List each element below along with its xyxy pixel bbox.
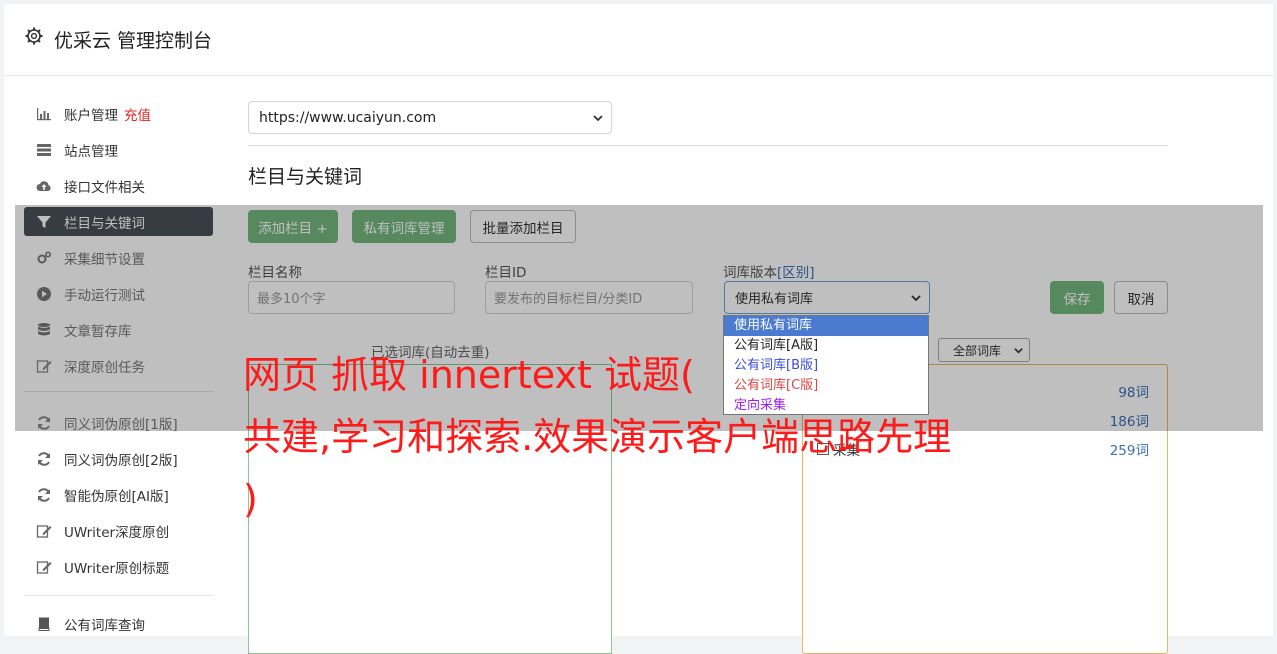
section-divider — [248, 145, 1168, 146]
lib-version-value: 使用私有词库 — [735, 292, 814, 307]
lib-version-dropdown[interactable]: 使用私有词库 公有词库[A版] 公有词库[B版] 公有词库[C版] 定向采集 — [723, 315, 929, 415]
sidebar-item-uwriter-title[interactable]: UWriter原创标题 — [24, 552, 213, 581]
option-private-lib[interactable]: 使用私有词库 — [724, 316, 928, 336]
lib-filter-select[interactable]: 全部词库 — [938, 338, 1030, 362]
bar-chart-icon — [37, 107, 51, 120]
option-public-c[interactable]: 公有词库[C版] — [724, 376, 928, 396]
list-item[interactable]: 采集 259词 — [817, 438, 1149, 460]
lib-checkbox[interactable] — [817, 443, 829, 455]
edit-icon — [36, 560, 52, 574]
sidebar-item-label: 站点管理 — [64, 143, 118, 160]
sidebar-item-uwriter-deep[interactable]: UWriter深度原创 — [24, 516, 213, 545]
sidebar-item-label: 手动运行测试 — [64, 287, 145, 304]
sidebar-item-label: UWriter原创标题 — [64, 560, 170, 577]
site-select[interactable]: https://www.ucaiyun.com — [248, 101, 612, 134]
sidebar-item-synonym-v2[interactable]: 同义词伪原创[2版] — [24, 444, 213, 473]
column-id-input[interactable]: 要发布的目标栏目/分类ID — [485, 281, 693, 314]
lib-version-label-text: 词库版本 — [723, 265, 777, 281]
edit-icon — [36, 524, 52, 538]
sidebar-divider — [24, 391, 213, 392]
lib-count: 259词 — [1109, 443, 1149, 459]
main-area: 账户管理 充值 站点管理 接口文件相关 栏目与关键词 采集细节设置 手动运行测试… — [4, 76, 1273, 654]
sidebar-item-label: 同义词伪原创[1版] — [64, 416, 178, 433]
column-id-placeholder: 要发布的目标栏目/分类ID — [494, 292, 643, 307]
sidebar-item-label: 智能伪原创[AI版] — [64, 488, 169, 505]
sidebar-item-sites[interactable]: 站点管理 — [24, 135, 213, 164]
lib-version-select[interactable]: 使用私有词库 — [724, 281, 930, 314]
selected-lib-panel[interactable] — [248, 364, 612, 654]
sidebar-item-label: 采集细节设置 — [64, 251, 145, 268]
option-public-b[interactable]: 公有词库[B版] — [724, 356, 928, 376]
column-name-input[interactable]: 最多10个字 — [248, 281, 455, 314]
app-title: 优采云 管理控制台 — [54, 30, 213, 52]
sidebar-item-label: 文章暂存库 — [64, 323, 132, 340]
lib-name: 采集 — [833, 443, 860, 459]
cancel-button[interactable]: 取消 — [1114, 281, 1168, 314]
sidebar-item-label: 同义词伪原创[2版] — [64, 452, 178, 469]
lib-count: 186词 — [1109, 414, 1149, 430]
refresh-icon — [38, 451, 50, 466]
book-icon — [38, 617, 50, 631]
refresh-icon — [38, 415, 50, 430]
page-title: 栏目与关键词 — [248, 166, 363, 188]
refresh-icon — [38, 487, 50, 502]
sidebar-item-label: 栏目与关键词 — [64, 215, 145, 232]
chevron-down-icon — [911, 295, 921, 302]
database-icon — [38, 322, 50, 335]
sidebar-item-label: 公有词库查询 — [64, 617, 145, 634]
lib-count: 98词 — [1118, 385, 1149, 401]
sidebar-item-columns-keywords[interactable]: 栏目与关键词 — [24, 207, 213, 236]
sidebar-item-account[interactable]: 账户管理 充值 — [24, 99, 213, 128]
server-icon — [37, 143, 51, 156]
sidebar-item-synonym-v1[interactable]: 同义词伪原创[1版] — [24, 408, 213, 437]
column-id-label: 栏目ID — [485, 265, 527, 281]
option-directed-collect[interactable]: 定向采集 — [724, 396, 928, 416]
sidebar-item-ai-original[interactable]: 智能伪原创[AI版] — [24, 480, 213, 509]
sidebar-item-label: UWriter深度原创 — [64, 524, 170, 541]
sidebar-item-deep-original[interactable]: 深度原创任务 — [24, 351, 213, 380]
recharge-link[interactable]: 充值 — [124, 104, 151, 124]
cloud-upload-icon — [36, 180, 51, 191]
lib-version-label: 词库版本[区别] — [723, 261, 815, 281]
chevron-down-icon — [1014, 348, 1023, 354]
lib-filter-value: 全部词库 — [953, 343, 1002, 358]
sidebar-item-collect-settings[interactable]: 采集细节设置 — [24, 243, 213, 272]
chevron-down-icon — [593, 115, 603, 122]
filter-icon — [37, 215, 51, 228]
sidebar-item-public-lib[interactable]: 公有词库查询 — [24, 609, 213, 638]
edit-icon — [36, 359, 52, 373]
add-column-button[interactable]: 添加栏目 + — [248, 210, 338, 243]
batch-add-button[interactable]: 批量添加栏目 — [470, 210, 576, 243]
gear-icon — [25, 27, 43, 45]
save-button[interactable]: 保存 — [1050, 281, 1104, 314]
sidebar-item-article-store[interactable]: 文章暂存库 — [24, 315, 213, 344]
sidebar-divider — [24, 595, 213, 596]
sidebar-item-label: 接口文件相关 — [64, 179, 145, 196]
top-header: 优采云 管理控制台 — [4, 4, 1273, 76]
play-circle-icon — [37, 286, 51, 301]
sidebar-item-api-files[interactable]: 接口文件相关 — [24, 171, 213, 200]
site-select-value: https://www.ucaiyun.com — [259, 109, 437, 126]
sidebar-item-manual-run[interactable]: 手动运行测试 — [24, 279, 213, 308]
column-name-placeholder: 最多10个字 — [257, 292, 326, 307]
private-lib-button[interactable]: 私有词库管理 — [352, 210, 456, 243]
option-public-a[interactable]: 公有词库[A版] — [724, 336, 928, 356]
difference-link[interactable]: [区别] — [777, 265, 815, 281]
cogs-icon — [37, 250, 52, 263]
sidebar-item-label: 深度原创任务 — [64, 359, 145, 376]
sidebar-item-label: 账户管理 — [64, 107, 118, 124]
selected-lib-heading: 已选词库(自动去重) — [371, 345, 490, 361]
column-name-label: 栏目名称 — [248, 265, 302, 281]
